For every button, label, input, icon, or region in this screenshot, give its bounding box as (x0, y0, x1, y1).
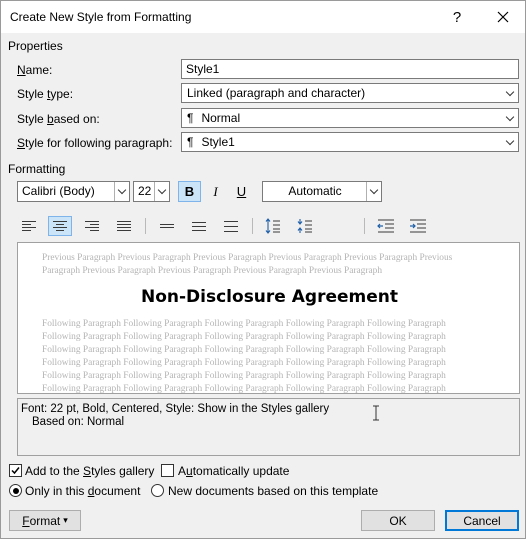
decrease-indent-icon (377, 219, 394, 233)
cancel-button[interactable]: Cancel (445, 510, 519, 531)
help-icon: ? (452, 8, 462, 26)
font-size-select[interactable]: 22 (133, 181, 170, 202)
toolbar-divider (252, 218, 253, 234)
align-center-button[interactable] (48, 216, 72, 236)
chevron-down-icon[interactable] (501, 84, 518, 102)
format-menu-button[interactable]: Format ▾ (9, 510, 81, 531)
preview-following-paragraph: Following Paragraph Following Paragraph … (42, 319, 446, 394)
auto-update-checkbox[interactable] (161, 464, 174, 477)
font-color-select[interactable]: Automatic (262, 181, 382, 202)
add-to-gallery-label: Add to the Styles gallery (25, 464, 155, 478)
increase-indent-button[interactable] (406, 216, 430, 236)
formatting-heading: Formatting (8, 162, 66, 176)
create-style-dialog: Create New Style from Formatting ? Prope… (0, 0, 526, 539)
font-name-select[interactable]: Calibri (Body) (17, 181, 130, 202)
name-label: Name: (17, 63, 53, 77)
following-paragraph-select[interactable]: ¶ Style1 (181, 132, 519, 152)
align-left-icon (22, 220, 36, 232)
underline-button[interactable]: U (230, 181, 253, 202)
checkmark-icon (11, 467, 20, 475)
increase-indent-icon (410, 219, 426, 233)
double-spacing-icon (224, 220, 238, 232)
toolbar-divider (145, 218, 146, 234)
space-after-button[interactable] (293, 216, 317, 236)
align-left-button[interactable] (17, 216, 41, 236)
one-half-spacing-button[interactable] (187, 216, 211, 236)
name-input[interactable]: Style1 (181, 59, 519, 79)
italic-button[interactable]: I (204, 181, 227, 202)
chevron-down-icon[interactable] (501, 133, 518, 151)
preview-previous-paragraph: Previous Paragraph Previous Paragraph Pr… (42, 253, 453, 276)
double-spacing-button[interactable] (219, 216, 243, 236)
add-to-gallery-checkbox[interactable] (9, 464, 22, 477)
format-button-label: Format (22, 513, 61, 528)
chevron-down-icon[interactable] (114, 182, 129, 201)
justify-button[interactable] (112, 216, 136, 236)
increase-spacing-icon (265, 218, 280, 234)
space-before-button[interactable] (261, 216, 285, 236)
description-line: Font: 22 pt, Bold, Centered, Style: Show… (21, 403, 330, 415)
close-button[interactable] (481, 1, 525, 33)
paragraph-icon: ¶ (187, 111, 194, 125)
align-center-icon (53, 220, 67, 232)
decrease-indent-button[interactable] (374, 216, 398, 236)
justify-icon (117, 220, 131, 232)
style-description: Font: 22 pt, Bold, Centered, Style: Show… (17, 398, 520, 456)
style-based-on-label: Style based on: (17, 112, 100, 126)
align-right-icon (85, 220, 99, 232)
description-based-on: Based on: Normal (32, 416, 125, 428)
auto-update-label: Automatically update (178, 464, 290, 478)
single-spacing-icon (160, 221, 174, 232)
toolbar-divider (364, 218, 365, 234)
chevron-down-icon[interactable] (366, 182, 381, 201)
only-this-document-radio[interactable] (9, 484, 22, 497)
style-type-select[interactable]: Linked (paragraph and character) (181, 83, 519, 103)
bold-button[interactable]: B (178, 181, 201, 202)
properties-heading: Properties (8, 39, 63, 53)
decrease-spacing-icon (297, 219, 312, 233)
style-based-on-select[interactable]: ¶ Normal (181, 108, 519, 128)
single-spacing-button[interactable] (155, 216, 179, 236)
chevron-down-icon[interactable] (501, 109, 518, 127)
chevron-down-icon[interactable] (154, 182, 169, 201)
one-half-spacing-icon (192, 221, 206, 232)
style-preview-pane: Previous Paragraph Previous Paragraph Pr… (17, 242, 520, 394)
new-documents-radio[interactable] (151, 484, 164, 497)
align-right-button[interactable] (80, 216, 104, 236)
dropdown-arrow-icon: ▾ (63, 515, 68, 525)
only-this-document-label: Only in this document (25, 484, 141, 498)
close-icon (497, 11, 509, 23)
title-bar: Create New Style from Formatting ? (1, 1, 525, 33)
dialog-title: Create New Style from Formatting (10, 10, 192, 24)
paragraph-icon: ¶ (187, 135, 194, 149)
following-paragraph-label: Style for following paragraph: (17, 136, 173, 150)
new-documents-label: New documents based on this template (168, 484, 379, 498)
style-type-label: Style type: (17, 87, 74, 101)
preview-title: Non-Disclosure Agreement (140, 287, 398, 307)
ok-button[interactable]: OK (361, 510, 435, 531)
help-button[interactable]: ? (435, 1, 479, 33)
text-cursor-icon (373, 405, 379, 421)
